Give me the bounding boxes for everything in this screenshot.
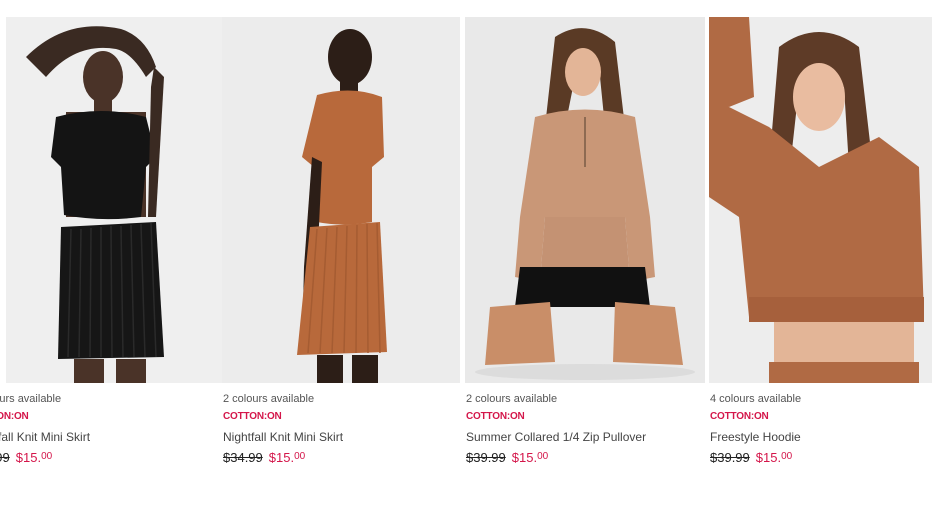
sale-price: $15.00 [756,450,792,465]
brand-label: COTTON:ON [0,411,29,422]
product-card[interactable]: 2 colours available COTTON:ON Nightfall … [0,17,254,477]
sale-price-cents: 00 [294,451,306,462]
product-photo [465,17,705,383]
product-info: 2 colours available COTTON:ON Nightfall … [0,383,207,477]
product-name[interactable]: Freestyle Hoodie [710,430,801,444]
product-carousel: 2 colours available COTTON:ON Nightfall … [0,0,932,508]
price-row: $34.99 $15.00 [0,450,52,465]
product-image[interactable] [465,17,705,383]
sale-price-cents: 00 [537,451,549,462]
sale-price-cents: 00 [41,451,53,462]
brand-label: COTTON:ON [466,411,525,422]
product-card[interactable]: 2 colours available COTTON:ON Summer Col… [465,17,705,477]
colours-available: 2 colours available [0,393,62,405]
product-photo [6,17,254,383]
colours-available: 2 colours available [223,393,315,405]
product-image[interactable] [6,17,254,383]
product-name[interactable]: Nightfall Knit Mini Skirt [223,430,343,444]
original-price: $34.99 [0,450,10,465]
colours-available: 2 colours available [466,393,558,405]
sale-price: $15.00 [269,450,305,465]
sale-price-dollars: $15. [15,450,42,465]
sale-price: $15.00 [16,450,52,465]
sale-price-dollars: $15. [268,450,295,465]
original-price: $39.99 [466,450,506,465]
sale-price-dollars: $15. [511,450,538,465]
original-price: $34.99 [223,450,263,465]
product-card[interactable]: 4 colours available COTTON:ON Freestyle … [709,17,932,477]
price-row: $39.99 $15.00 [466,450,548,465]
sale-price-dollars: $15. [755,450,782,465]
colours-available: 4 colours available [710,393,802,405]
product-info: 4 colours available COTTON:ON Freestyle … [709,383,932,477]
product-card[interactable]: 2 colours available COTTON:ON Nightfall … [222,17,460,477]
original-price: $39.99 [710,450,750,465]
brand-label: COTTON:ON [710,411,769,422]
product-name[interactable]: Summer Collared 1/4 Zip Pullover [466,430,646,444]
brand-label: COTTON:ON [223,411,282,422]
price-row: $39.99 $15.00 [710,450,792,465]
price-row: $34.99 $15.00 [223,450,305,465]
product-image[interactable] [222,17,460,383]
product-image[interactable] [709,17,932,383]
sale-price: $15.00 [512,450,548,465]
product-info: 2 colours available COTTON:ON Nightfall … [222,383,460,477]
sale-price-cents: 00 [781,451,793,462]
product-photo [222,17,460,383]
product-name[interactable]: Nightfall Knit Mini Skirt [0,430,90,444]
product-info: 2 colours available COTTON:ON Summer Col… [465,383,705,477]
product-photo [709,17,932,383]
